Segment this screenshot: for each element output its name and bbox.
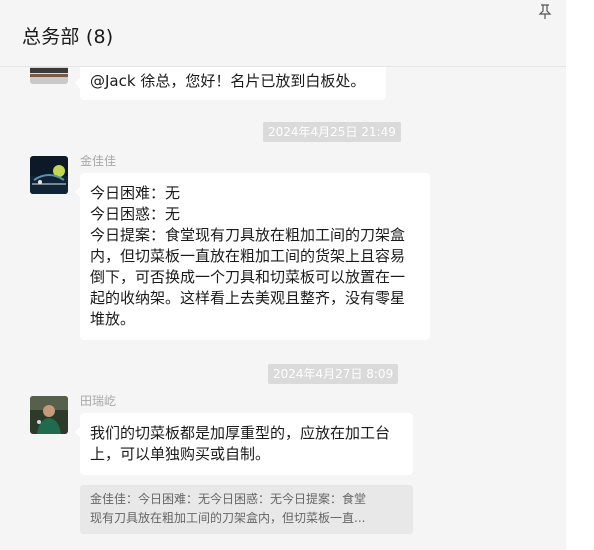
message-line: 今日困惑：无 [90, 205, 181, 223]
message-line: 上，可以单独购买或自制。 [90, 445, 271, 463]
message-line: 今日困难：无 [90, 184, 181, 202]
pin-icon[interactable] [538, 4, 552, 20]
message-line: 倒下，可否换成一个刀具和切菜板可以放置在一 [90, 268, 406, 286]
avatar[interactable] [30, 396, 68, 434]
message-line: 起的收纳架。这样看上去美观且整齐，没有零星 [90, 289, 406, 307]
message-line: 今日提案：食堂现有刀具放在粗加工间的刀架盒 [90, 226, 406, 244]
timestamp: 2024年4月27日 8:09 [268, 364, 399, 384]
sender-name: 金佳佳 [80, 154, 117, 168]
message-line: 堆放。 [90, 310, 136, 328]
quote-line: 金佳佳：今日困难：无今日困惑：无今日提案：食堂 [90, 492, 367, 506]
message-bubble-2[interactable]: 今日困难：无 今日困惑：无 今日提案：食堂现有刀具放在粗加工间的刀架盒 内，但切… [75, 173, 430, 340]
quote-line: 现有刀具放在粗加工间的刀架盒内，但切菜板一直... [90, 511, 366, 525]
chat-title[interactable]: 总务部 (8) [22, 22, 113, 49]
message-line: 我们的切菜板都是加厚重型的，应放在加工台 [90, 424, 391, 442]
message-bubble-1[interactable]: @Jack 徐总，您好！名片已放到白板处。 [75, 64, 386, 100]
chat-window: 总务部 (8) @Jack 徐总，您好！名片已放到白板处。 2024年4月25日… [0, 0, 566, 550]
quoted-message[interactable]: 金佳佳：今日困难：无今日困惑：无今日提案：食堂 现有刀具放在粗加工间的刀架盒内，… [80, 485, 413, 534]
message-bubble-3[interactable]: 我们的切菜板都是加厚重型的，应放在加工台 上，可以单独购买或自制。 [75, 413, 413, 475]
timestamp: 2024年4月25日 21:49 [263, 122, 401, 142]
message-line: 内，但切菜板一直放在粗加工间的货架上且容易 [90, 247, 406, 265]
sender-name: 田瑞屹 [80, 394, 117, 408]
avatar[interactable] [30, 156, 68, 194]
chat-header: 总务部 (8) [0, 0, 566, 67]
message-text: @Jack 徐总，您好！名片已放到白板处。 [90, 72, 366, 90]
